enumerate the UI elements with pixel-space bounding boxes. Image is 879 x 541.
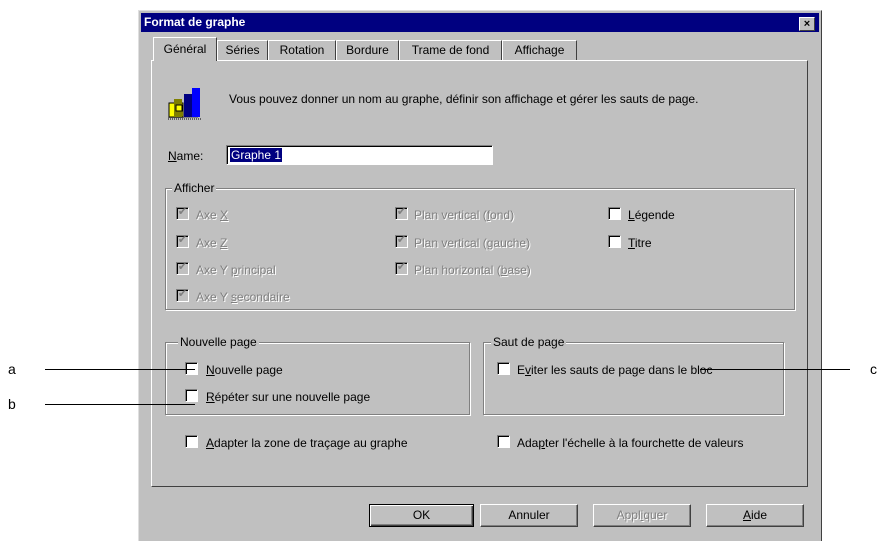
tab-trame-de-fond-label: Trame de fond <box>411 43 490 57</box>
titre-checkbox[interactable] <box>608 235 621 248</box>
axe-y-principal-label: Axe Y principal <box>196 263 276 277</box>
saut-de-page-group-title: Saut de page <box>491 335 567 349</box>
axe-x-label: Axe X <box>196 208 229 222</box>
callout-label-a: a <box>8 361 16 377</box>
callout-label-c: c <box>870 361 877 377</box>
adapter-zone-checkbox[interactable] <box>185 435 198 448</box>
tab-bordure[interactable]: Bordure <box>336 40 399 60</box>
plan-horizontal-base-label: Plan horizontal (base) <box>414 263 531 277</box>
axe-z-checkbox[interactable]: ✔ <box>176 234 189 248</box>
annuler-button[interactable]: Annuler <box>480 504 578 527</box>
tab-rotation-label: Rotation <box>279 43 325 57</box>
callout-line-a <box>45 369 195 370</box>
axe-z-label: Axe Z <box>196 236 228 250</box>
tab-series-label: Séries <box>225 43 260 57</box>
callout-line-c <box>700 369 850 370</box>
nouvelle-page-group <box>165 342 470 415</box>
afficher-group-title: Afficher <box>172 181 217 195</box>
repeter-nouvelle-page-label: Répéter sur une nouvelle page <box>206 390 371 404</box>
callout-label-b: b <box>8 396 16 412</box>
axe-y-principal-checkbox[interactable]: ✔ <box>176 261 189 275</box>
callout-line-b <box>45 404 195 405</box>
plan-vertical-fond-checkbox[interactable]: ✔ <box>395 206 408 220</box>
graph-name-input[interactable]: Graphe 1 <box>226 145 493 165</box>
tab-general-label: Général <box>163 42 207 56</box>
legende-label: Légende <box>628 208 675 222</box>
graph-name-value: Graphe 1 <box>230 148 283 162</box>
eviter-sauts-label: Eviter les sauts de page dans le bloc <box>517 363 713 377</box>
plan-vertical-gauche-checkbox[interactable]: ✔ <box>395 234 408 248</box>
eviter-sauts-checkbox[interactable] <box>497 362 510 375</box>
saut-de-page-group <box>483 342 784 415</box>
close-button[interactable]: × <box>799 17 815 31</box>
legende-checkbox[interactable] <box>608 207 621 220</box>
plan-vertical-fond-label: Plan vertical (fond) <box>414 208 515 222</box>
axe-y-secondaire-checkbox[interactable]: ✔ <box>176 288 189 302</box>
nouvelle-page-label: Nouvelle page <box>206 363 283 377</box>
tab-affichage-label: Affichage <box>514 43 565 57</box>
aide-button[interactable]: Aide <box>706 504 804 527</box>
adapter-echelle-checkbox[interactable] <box>497 435 510 448</box>
axe-x-checkbox[interactable]: ✔ <box>176 206 189 220</box>
tab-trame-de-fond[interactable]: Trame de fond <box>399 40 502 60</box>
axe-y-secondaire-label: Axe Y secondaire <box>196 290 290 304</box>
name-label: Name: <box>168 149 204 163</box>
repeter-nouvelle-page-checkbox[interactable] <box>185 389 198 402</box>
title-bar[interactable]: Format de graphe × <box>141 13 819 32</box>
intro-text: Vous pouvez donner un nom au graphe, déf… <box>229 92 699 106</box>
chart-icon <box>168 88 202 120</box>
tab-series[interactable]: Séries <box>217 40 268 60</box>
ok-button[interactable]: OK <box>369 504 474 527</box>
adapter-echelle-label: Adapter l'échelle à la fourchette de val… <box>517 436 744 450</box>
tab-affichage[interactable]: Affichage <box>502 40 577 60</box>
close-icon: × <box>803 18 811 30</box>
adapter-zone-label: Adapter la zone de traçage au graphe <box>206 436 408 450</box>
nouvelle-page-group-title: Nouvelle page <box>178 335 259 349</box>
tab-bordure-label: Bordure <box>346 43 389 57</box>
tab-general[interactable]: Général <box>153 37 217 61</box>
plan-horizontal-base-checkbox[interactable]: ✔ <box>395 261 408 275</box>
tab-rotation[interactable]: Rotation <box>268 40 336 60</box>
plan-vertical-gauche-label: Plan vertical (gauche) <box>414 236 531 250</box>
titre-label: Titre <box>628 236 652 250</box>
appliquer-button[interactable]: Appliquer <box>593 504 691 527</box>
dialog-title: Format de graphe <box>144 15 246 29</box>
